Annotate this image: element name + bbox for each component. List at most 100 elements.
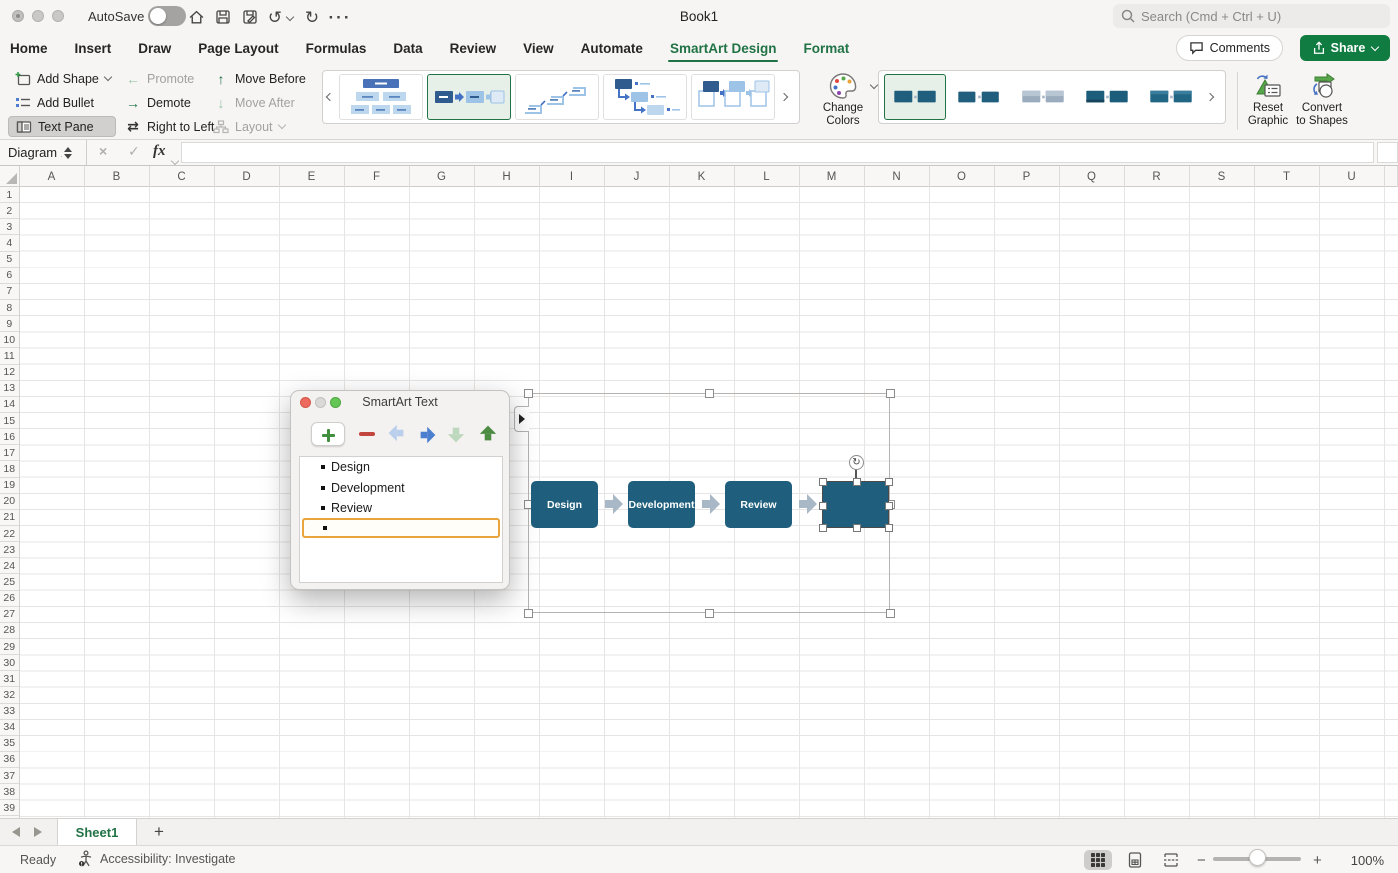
row-header-35[interactable]: 35: [0, 736, 19, 752]
add-item-icon[interactable]: [311, 422, 345, 446]
row-header-32[interactable]: 32: [0, 687, 19, 703]
row-header-2[interactable]: 2: [0, 203, 19, 219]
text-pane-item-design[interactable]: Design: [300, 457, 502, 477]
name-box[interactable]: [0, 140, 87, 165]
add-bullet-button[interactable]: Add Bullet: [8, 92, 116, 113]
confirm-entry-icon[interactable]: ✓: [128, 143, 140, 160]
zoom-pane-icon[interactable]: [330, 397, 341, 408]
gallery-scroll-left-icon[interactable]: [323, 94, 337, 100]
text-pane-toggle-tab[interactable]: [514, 406, 529, 432]
right-to-left-button[interactable]: ⇄Right to Left: [118, 116, 219, 137]
tab-smartart-design[interactable]: SmartArt Design: [670, 33, 777, 63]
close-pane-icon[interactable]: [300, 397, 311, 408]
gallery-scroll-right-icon[interactable]: [777, 94, 791, 100]
zoom-slider-thumb[interactable]: [1249, 849, 1266, 866]
row-header-25[interactable]: 25: [0, 574, 19, 590]
column-header-j[interactable]: J: [605, 166, 670, 187]
node-resize-handle-bottom-right[interactable]: [885, 524, 893, 532]
frame-resize-handle-top-center[interactable]: [705, 389, 714, 398]
row-header-19[interactable]: 19: [0, 478, 19, 494]
row-header-6[interactable]: 6: [0, 268, 19, 284]
row-header-5[interactable]: 5: [0, 252, 19, 268]
column-header-g[interactable]: G: [410, 166, 475, 187]
node-resize-handle-middle-left[interactable]: [819, 502, 827, 510]
column-header-u[interactable]: U: [1320, 166, 1385, 187]
layout-option-vertical-bending-process[interactable]: [603, 74, 687, 120]
column-header-t[interactable]: T: [1255, 166, 1320, 187]
tab-data[interactable]: Data: [393, 33, 422, 63]
cancel-entry-icon[interactable]: ×: [99, 143, 107, 159]
row-header-7[interactable]: 7: [0, 284, 19, 300]
row-header-38[interactable]: 38: [0, 784, 19, 800]
row-header-27[interactable]: 27: [0, 607, 19, 623]
row-header-18[interactable]: 18: [0, 461, 19, 477]
remove-item-icon[interactable]: [359, 432, 375, 436]
search-input[interactable]: [1141, 9, 1382, 24]
formula-input[interactable]: [181, 142, 1374, 163]
style-option-style-2[interactable]: [948, 74, 1010, 120]
text-pane-item-empty[interactable]: [302, 518, 500, 538]
smartart-node-development[interactable]: Development: [628, 481, 695, 528]
text-pane-item-review[interactable]: Review: [300, 498, 502, 518]
row-header-8[interactable]: 8: [0, 300, 19, 316]
tab-formulas[interactable]: Formulas: [306, 33, 367, 63]
accessibility-status[interactable]: Accessibility: Investigate: [78, 850, 235, 867]
column-header-i[interactable]: I: [540, 166, 605, 187]
next-sheet-icon[interactable]: [34, 827, 42, 837]
frame-resize-handle-bottom-right[interactable]: [886, 609, 895, 618]
smartart-node-empty[interactable]: ↻: [822, 481, 889, 528]
name-box-input[interactable]: [0, 145, 62, 160]
tab-insert[interactable]: Insert: [75, 33, 112, 63]
row-header-16[interactable]: 16: [0, 429, 19, 445]
row-header-10[interactable]: 10: [0, 332, 19, 348]
node-resize-handle-bottom-center[interactable]: [853, 524, 861, 532]
style-option-style-3[interactable]: [1012, 74, 1074, 120]
row-header-30[interactable]: 30: [0, 655, 19, 671]
row-header-14[interactable]: 14: [0, 397, 19, 413]
tab-home[interactable]: Home: [10, 33, 48, 63]
style-option-style-1[interactable]: [884, 74, 946, 120]
row-header-37[interactable]: 37: [0, 768, 19, 784]
column-header-p[interactable]: P: [995, 166, 1060, 187]
style-scroll-right-icon[interactable]: [1203, 94, 1217, 100]
tab-automate[interactable]: Automate: [581, 33, 643, 63]
frame-resize-handle-top-right[interactable]: [886, 389, 895, 398]
node-resize-handle-top-center[interactable]: [853, 478, 861, 486]
row-header-36[interactable]: 36: [0, 752, 19, 768]
sheet-tab-sheet1[interactable]: Sheet1: [57, 819, 137, 845]
row-header-3[interactable]: 3: [0, 219, 19, 235]
row-header-33[interactable]: 33: [0, 704, 19, 720]
page-layout-view-icon[interactable]: [1121, 850, 1149, 870]
column-header-l[interactable]: L: [735, 166, 800, 187]
frame-resize-handle-bottom-left[interactable]: [524, 609, 533, 618]
row-header-9[interactable]: 9: [0, 316, 19, 332]
search-field[interactable]: [1113, 4, 1390, 28]
node-resize-handle-top-left[interactable]: [819, 478, 827, 486]
smartart-node-review[interactable]: Review: [725, 481, 792, 528]
tab-page-layout[interactable]: Page Layout: [198, 33, 278, 63]
insert-function-icon[interactable]: fx: [153, 143, 166, 160]
add-shape-button[interactable]: Add Shape: [8, 68, 116, 89]
change-colors-button[interactable]: Change Colors: [815, 70, 871, 128]
name-box-stepper[interactable]: [64, 147, 72, 159]
frame-resize-handle-bottom-center[interactable]: [705, 609, 714, 618]
select-all-corner[interactable]: [0, 166, 20, 187]
demote-item-icon[interactable]: [419, 426, 435, 442]
row-header-39[interactable]: 39: [0, 800, 19, 816]
row-header-28[interactable]: 28: [0, 623, 19, 639]
text-pane-button[interactable]: Text Pane: [8, 116, 116, 137]
column-header-q[interactable]: Q: [1060, 166, 1125, 187]
row-header-22[interactable]: 22: [0, 526, 19, 542]
row-header-17[interactable]: 17: [0, 445, 19, 461]
row-header-12[interactable]: 12: [0, 365, 19, 381]
layout-option-basic-block-list[interactable]: [339, 74, 423, 120]
page-break-view-icon[interactable]: [1157, 850, 1185, 870]
row-header-24[interactable]: 24: [0, 558, 19, 574]
row-header-23[interactable]: 23: [0, 542, 19, 558]
style-option-style-4[interactable]: [1076, 74, 1138, 120]
layout-option-basic-process[interactable]: [427, 74, 511, 120]
style-option-style-5[interactable]: [1140, 74, 1202, 120]
column-header-r[interactable]: R: [1125, 166, 1190, 187]
add-sheet-button[interactable]: +: [148, 821, 170, 843]
text-pane-list[interactable]: DesignDevelopmentReview: [299, 456, 503, 583]
